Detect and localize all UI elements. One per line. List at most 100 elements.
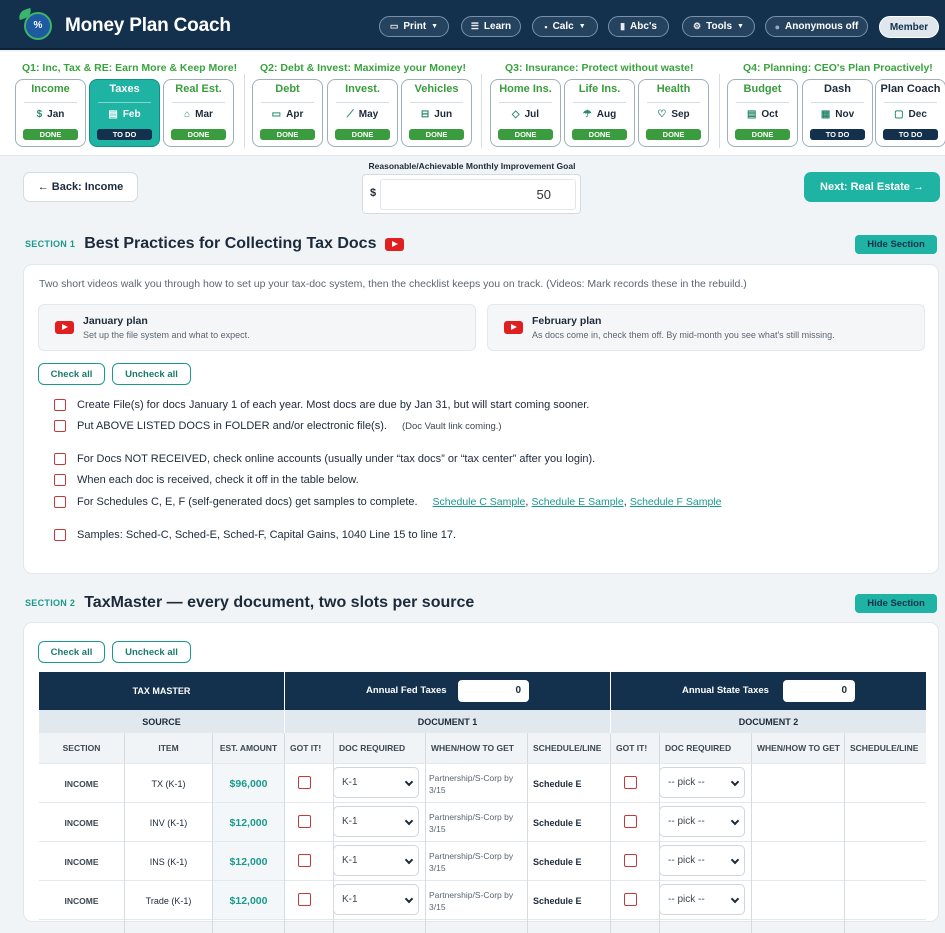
month-card-month: ♡ Sep: [657, 109, 690, 120]
video-card-january[interactable]: January plan Set up the file system and …: [38, 304, 476, 351]
checkbox[interactable]: [54, 453, 66, 465]
month-card-taxes[interactable]: Taxes ▤ Feb TO DO: [89, 79, 160, 147]
calculator-icon: ▪: [544, 21, 548, 32]
section1-header: SECTION 1 Best Practices for Collecting …: [25, 235, 405, 253]
schedule-f-sample-link[interactable]: Schedule F Sample: [630, 496, 722, 508]
checklist-item[interactable]: Samples: Sched-C, Sched-E, Sched-F, Capi…: [54, 529, 456, 541]
video-description: Set up the file system and what to expec…: [83, 330, 250, 340]
divider: [410, 102, 463, 103]
month-card-debt[interactable]: Debt ▭ Apr DONE: [252, 79, 323, 147]
got-it-checkbox[interactable]: [624, 893, 637, 906]
check-all-button[interactable]: Check all: [38, 363, 105, 385]
uncheck-all-button[interactable]: Uncheck all: [112, 641, 191, 663]
doc-required-select[interactable]: K-1: [333, 767, 419, 798]
month-card-income[interactable]: Income $ Jan DONE: [15, 79, 86, 147]
month-card-plan-coach[interactable]: Plan Coach ▢ Dec TO DO: [875, 79, 945, 147]
when-how-cell: Partnership/S-Corp by 3/15: [429, 889, 514, 912]
section-number: SECTION 1: [25, 239, 76, 249]
item-cell: INS (K-1): [149, 856, 188, 867]
month-card-health[interactable]: Health ♡ Sep DONE: [638, 79, 709, 147]
tools-button[interactable]: ⚙ Tools ▼: [682, 16, 755, 37]
quarter-divider: [244, 74, 245, 148]
month-card-month: ⊟ Jun: [420, 109, 453, 120]
got-it-checkbox[interactable]: [624, 854, 637, 867]
section-title: TaxMaster — every document, two slots pe…: [84, 594, 475, 611]
print-button[interactable]: ▭ Print ▼: [379, 16, 449, 37]
divider: [573, 102, 626, 103]
checkbox[interactable]: [54, 496, 66, 508]
checklist-item[interactable]: Create File(s) for docs January 1 of eac…: [54, 399, 589, 411]
chevron-down-icon: [404, 777, 414, 787]
divider: [336, 102, 389, 103]
doc-required-select[interactable]: K-1: [333, 845, 419, 876]
doc-required-select[interactable]: K-1: [333, 806, 419, 837]
anonymous-toggle[interactable]: ● Anonymous off: [765, 16, 868, 37]
state-taxes-input[interactable]: 0: [783, 680, 855, 702]
item-cell: Trade (K-1): [145, 895, 192, 906]
back-button[interactable]: ← Back: Income: [23, 172, 138, 202]
schedule-e-sample-link[interactable]: Schedule E Sample: [531, 496, 623, 508]
top-navigation-bar: % Money Plan Coach ▭ Print ▼ ☰ Learn ▪ Calc ▼…: [0, 0, 945, 50]
status-badge: TO DO: [883, 129, 938, 140]
column-header: EST. AMOUNT: [213, 733, 284, 763]
fed-taxes-input[interactable]: 0: [458, 680, 529, 702]
month-card-real-est[interactable]: Real Est. ⌂ Mar DONE: [163, 79, 234, 147]
app-title: Money Plan Coach: [65, 15, 231, 36]
month-card-home-ins[interactable]: Home Ins. ◇ Jul DONE: [490, 79, 561, 147]
video-title: February plan: [532, 315, 602, 327]
video-card-february[interactable]: February plan As docs come in, check the…: [487, 304, 925, 351]
doc-required-select[interactable]: K-1: [333, 884, 419, 915]
checklist-item[interactable]: For Schedules C, E, F (self-generated do…: [54, 496, 721, 508]
learn-button[interactable]: ☰ Learn: [461, 16, 521, 37]
doc-required-select[interactable]: -- pick --: [659, 884, 745, 915]
checkbox[interactable]: [54, 529, 66, 541]
doc-required-select[interactable]: -- pick --: [659, 845, 745, 876]
got-it-checkbox[interactable]: [298, 854, 311, 867]
chevron-down-icon: [404, 816, 414, 826]
got-it-checkbox[interactable]: [298, 776, 311, 789]
month-card-vehicles[interactable]: Vehicles ⊟ Jun DONE: [401, 79, 472, 147]
doc-required-select[interactable]: -- pick --: [659, 806, 745, 837]
schedule-cell: Schedule E: [533, 895, 582, 906]
youtube-icon[interactable]: [385, 237, 405, 251]
checklist-item[interactable]: Put ABOVE LISTED DOCS in FOLDER and/or e…: [54, 420, 502, 432]
divider: [736, 102, 789, 103]
month-card-budget[interactable]: Budget ▤ Oct DONE: [727, 79, 798, 147]
uncheck-all-button[interactable]: Uncheck all: [112, 363, 191, 385]
state-taxes-header: Annual State Taxes: [611, 672, 926, 710]
month-card-life-ins[interactable]: Life Ins. ☂ Aug DONE: [564, 79, 635, 147]
member-button[interactable]: Member: [879, 16, 939, 38]
month-card-month: ☂ Aug: [582, 109, 617, 120]
checkbox[interactable]: [54, 474, 66, 486]
chat-icon: ▢: [894, 109, 904, 120]
month-card-dash[interactable]: Dash ▦ Nov TO DO: [802, 79, 873, 147]
got-it-checkbox[interactable]: [298, 815, 311, 828]
column-header: SECTION: [39, 733, 124, 763]
goal-input[interactable]: [380, 179, 576, 210]
calc-button[interactable]: ▪ Calc ▼: [532, 16, 598, 37]
next-button[interactable]: Next: Real Estate →: [804, 172, 940, 202]
item-cell: TX (K-1): [151, 778, 186, 789]
tax-master-table: TAX MASTER Annual Fed Taxes 0 Annual Sta…: [39, 672, 926, 933]
goal-field: $: [362, 174, 581, 214]
schedule-c-sample-link[interactable]: Schedule C Sample: [433, 496, 526, 508]
divider: [811, 102, 864, 103]
check-all-button[interactable]: Check all: [38, 641, 105, 663]
got-it-checkbox[interactable]: [298, 893, 311, 906]
abcs-button[interactable]: ▮ Abc's: [608, 16, 669, 37]
month-card-invest[interactable]: Invest. ⟋ May DONE: [327, 79, 398, 147]
checkbox[interactable]: [54, 399, 66, 411]
youtube-icon: [55, 321, 74, 334]
got-it-checkbox[interactable]: [624, 776, 637, 789]
column-header: WHEN/HOW TO GET: [752, 733, 844, 763]
checklist-item[interactable]: When each doc is received, check it off …: [54, 474, 359, 486]
hide-section-button[interactable]: Hide Section: [855, 235, 937, 254]
doc-required-select[interactable]: -- pick --: [659, 767, 745, 798]
quarter-divider: [719, 74, 720, 148]
month-card-title: Life Ins.: [578, 83, 621, 95]
got-it-checkbox[interactable]: [624, 815, 637, 828]
checkbox[interactable]: [54, 420, 66, 432]
shield-icon: ◇: [511, 109, 520, 120]
checklist-item[interactable]: For Docs NOT RECEIVED, check online acco…: [54, 453, 595, 465]
hide-section-button[interactable]: Hide Section: [855, 594, 937, 613]
